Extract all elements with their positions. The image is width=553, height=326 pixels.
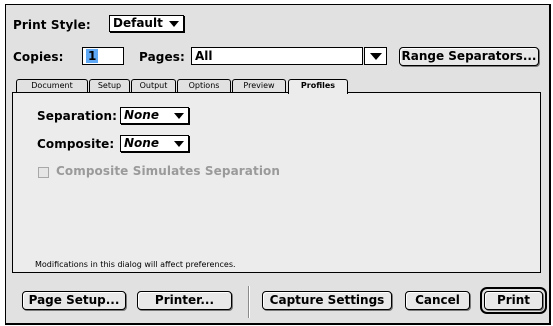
preferences-note: Modifications in this dialog will affect…: [35, 260, 236, 269]
composite-popup[interactable]: None: [120, 135, 189, 152]
tab-profiles[interactable]: Profiles: [288, 79, 348, 94]
composite-simulates-label: Composite Simulates Separation: [56, 164, 281, 178]
capture-settings-button[interactable]: Capture Settings: [262, 291, 392, 310]
separation-value: None: [124, 108, 159, 122]
tab-document[interactable]: Document: [16, 79, 88, 93]
triangle-down-icon: [169, 21, 179, 27]
cancel-button[interactable]: Cancel: [405, 291, 470, 310]
pages-label: Pages:: [139, 50, 185, 64]
separation-label: Separation:: [37, 109, 118, 123]
print-style-label: Print Style:: [13, 18, 91, 32]
pages-field[interactable]: All: [191, 47, 363, 65]
copies-label: Copies:: [13, 50, 64, 64]
triangle-down-icon: [174, 113, 184, 119]
print-style-value: Default: [113, 16, 163, 30]
composite-value: None: [124, 136, 159, 150]
tab-setup[interactable]: Setup: [89, 79, 130, 93]
print-button[interactable]: Print: [484, 291, 543, 310]
triangle-down-icon: [370, 53, 382, 60]
pages-value: All: [195, 49, 213, 63]
copies-value: 1: [86, 49, 99, 63]
separation-popup[interactable]: None: [120, 107, 189, 124]
copies-field[interactable]: 1: [82, 47, 124, 65]
print-style-popup[interactable]: Default: [109, 15, 184, 32]
page-setup-button[interactable]: Page Setup...: [22, 291, 126, 310]
composite-label: Composite:: [37, 137, 115, 151]
tab-options[interactable]: Options: [177, 79, 231, 93]
pages-dropdown-button[interactable]: [364, 47, 387, 65]
tab-output[interactable]: Output: [131, 79, 176, 93]
footer-divider: [248, 286, 250, 318]
printer-button[interactable]: Printer...: [137, 291, 232, 310]
tab-preview[interactable]: Preview: [232, 79, 286, 93]
triangle-down-icon: [174, 141, 184, 147]
composite-simulates-checkbox[interactable]: [38, 167, 49, 178]
range-separators-button[interactable]: Range Separators...: [399, 47, 539, 66]
